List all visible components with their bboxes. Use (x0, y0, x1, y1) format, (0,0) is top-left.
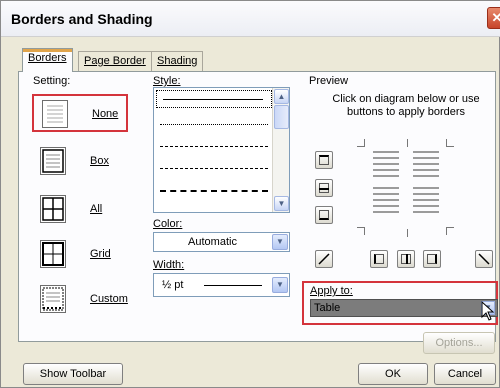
style-option-long-dashed[interactable] (160, 190, 268, 192)
diagonal-down-border-button[interactable] (315, 250, 333, 268)
scroll-up-arrow-icon[interactable]: ▲ (274, 89, 289, 104)
tab-page-border[interactable]: Page Border (78, 51, 152, 71)
preview-hint: Click on diagram below or use buttons to… (332, 93, 480, 118)
chevron-down-icon[interactable]: ▼ (272, 234, 288, 250)
setting-none[interactable]: None (32, 94, 128, 132)
width-dropdown[interactable]: ½ pt ▼ (153, 273, 290, 297)
border-none-icon (42, 100, 68, 128)
scroll-down-arrow-icon[interactable]: ▼ (274, 196, 289, 211)
apply-to-label: Apply to: (310, 285, 353, 297)
style-option-dash-dot[interactable] (160, 146, 268, 147)
setting-grid-label: Grid (90, 248, 111, 260)
border-box-icon (40, 147, 66, 175)
preview-diagram[interactable] (351, 139, 461, 237)
left-border-button[interactable] (370, 250, 388, 268)
tab-page-border-label: Page Border (84, 55, 146, 67)
title-bar: Borders and Shading ✕ (1, 1, 500, 37)
apply-to-value: Table (314, 302, 341, 314)
border-grid-icon (40, 240, 66, 268)
setting-grid[interactable]: Grid (32, 236, 128, 274)
setting-label: Setting: (33, 75, 71, 87)
diagonal-up-border-button[interactable] (475, 250, 493, 268)
mouse-pointer-icon (481, 301, 495, 321)
style-option-dashed[interactable] (160, 168, 268, 169)
inside-vertical-border-button[interactable] (397, 250, 415, 268)
style-listbox[interactable]: ▲ ▼ (153, 87, 290, 213)
cancel-button[interactable]: Cancel (434, 363, 496, 385)
border-all-icon (40, 195, 66, 223)
tab-borders[interactable]: Borders (22, 48, 73, 72)
tab-shading-label: Shading (157, 55, 198, 67)
color-label: Color: (153, 218, 183, 230)
setting-custom-label: Custom (90, 293, 128, 305)
close-button[interactable]: ✕ (487, 7, 500, 29)
style-scrollbar[interactable]: ▲ ▼ (272, 88, 289, 212)
style-option-dotted[interactable] (160, 124, 268, 125)
dialog-title: Borders and Shading (11, 11, 153, 27)
chevron-down-icon[interactable]: ▼ (272, 277, 288, 293)
setting-box[interactable]: Box (32, 143, 128, 181)
setting-none-label: None (92, 108, 119, 120)
width-label: Width: (153, 259, 185, 271)
style-option-solid[interactable] (156, 90, 272, 108)
tab-shading[interactable]: Shading (151, 51, 204, 71)
options-button[interactable]: Options... (423, 332, 495, 354)
ok-button[interactable]: OK (358, 363, 428, 385)
color-dropdown[interactable]: Automatic ▼ (153, 232, 290, 252)
setting-custom[interactable]: Custom (32, 281, 128, 319)
setting-all-label: All (90, 203, 103, 215)
borders-and-shading-dialog: Borders and Shading ✕ Borders Page Borde… (0, 0, 500, 388)
show-toolbar-button[interactable]: Show Toolbar (23, 363, 123, 385)
apply-to-dropdown[interactable]: Table ▼ (310, 299, 498, 317)
bottom-border-button[interactable] (315, 206, 333, 224)
inside-horizontal-border-button[interactable] (315, 179, 333, 197)
tab-borders-label: Borders (28, 52, 67, 64)
top-border-button[interactable] (315, 151, 333, 169)
scroll-thumb[interactable] (274, 105, 289, 129)
width-value: ½ pt (162, 279, 184, 291)
style-label: Style: (153, 75, 181, 87)
right-border-button[interactable] (423, 250, 441, 268)
setting-all[interactable]: All (32, 191, 128, 229)
width-line-sample (204, 285, 262, 286)
color-value: Automatic (188, 236, 237, 248)
border-custom-icon (40, 285, 66, 313)
preview-label: Preview (309, 75, 349, 87)
setting-box-label: Box (90, 155, 109, 167)
